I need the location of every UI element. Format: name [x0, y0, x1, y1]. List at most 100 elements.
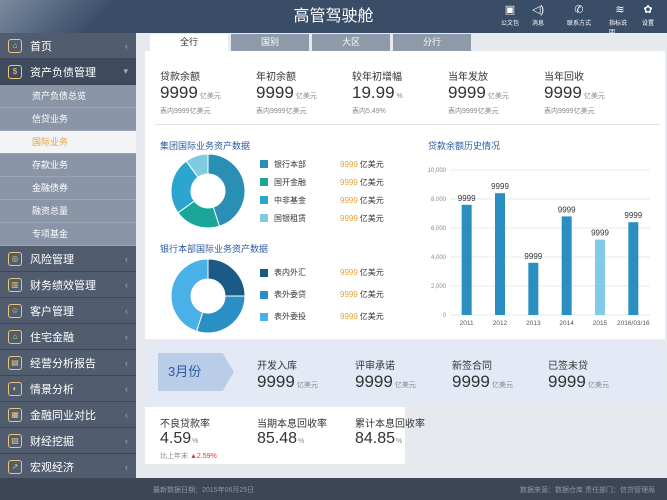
sidebar: ⌂ 首页 ‹ $ 资产负债管理 ▾ 资产负债总览 信贷业务 国际业务 存款业务 金融债券 融资总量 专项… [0, 33, 136, 500]
metric-value-row: 9999 亿美元 [257, 372, 355, 392]
metric-label: 贷款余额 [160, 72, 200, 83]
sidebar-item[interactable]: ▦ 金融同业对比 ‹ [0, 402, 136, 428]
metric-sub: 表内9999亿美元 [160, 108, 211, 115]
donut-chart-bank-assets [170, 258, 246, 334]
header-toolbar: ▣ 公文包 ◁) 消息 ✆ 联系方式 ≋ 指标说明 ✿ 设置 [499, 3, 659, 36]
x-tick-label: 2013 [526, 320, 541, 327]
legend-value: 9999 [340, 213, 358, 223]
sidebar-item[interactable]: ⌂ 住宅金融 ‹ [0, 324, 136, 350]
metric-value-row: 19.99% [352, 83, 448, 106]
sidebar-item[interactable]: ◎ 风险管理 ‹ [0, 246, 136, 272]
sidebar-subitem[interactable]: 专项基金 [0, 223, 136, 246]
tab-3[interactable]: 分行 [393, 34, 471, 51]
legend-name: 银行本部 [274, 159, 306, 169]
legend-item: 国银租赁 9999 亿美元 [260, 209, 384, 227]
donut1-legend: 银行本部 9999 亿美元 国开金融 9999 亿美元 中非基金 9999 亿美元 国银租赁 999… [260, 155, 384, 227]
sidebar-item-label: 首页 [30, 40, 52, 53]
sidebar-item[interactable]: ▥ 财务绩效管理 ‹ [0, 272, 136, 298]
chevron-left-icon: ‹ [125, 383, 128, 394]
metric-label: 较年初增幅 [352, 72, 402, 83]
metric-unit: 亿美元 [491, 382, 513, 389]
metric-value: 9999 [256, 83, 294, 102]
metric-value: 19.99 [352, 83, 395, 102]
sidebar-item-label: 客户管理 [30, 305, 74, 318]
sidebar-item-icon: ☺ [8, 303, 22, 318]
metric-value: 9999 [448, 83, 486, 102]
sidebar-item[interactable]: ◐ 情景分析 ‹ [0, 376, 136, 402]
donut1-title: 集团国际业务资产数据 [160, 141, 251, 151]
legend-value: 9999 [340, 290, 358, 299]
footer: 最新数据日期：2015年06月25日 数据来源：数据仓库 责任部门：信贷管理局 [0, 478, 667, 500]
donut-slice[interactable] [195, 295, 246, 334]
metric-card: 当年回收 9999 亿美元 表内9999亿美元 [544, 68, 640, 116]
phone-button[interactable]: ✆ 联系方式 [555, 3, 603, 36]
metric-value: 9999 [355, 372, 393, 391]
bar-data-label: 9999 [591, 229, 609, 238]
sidebar-subitem[interactable]: 存款业务 [0, 154, 136, 177]
sidebar-subitem[interactable]: 融资总量 [0, 200, 136, 223]
sidebar-item-label: 风险管理 [30, 253, 74, 266]
speaker-button[interactable]: ◁) 消息 [527, 3, 549, 36]
sidebar-item[interactable]: ☺ 客户管理 ‹ [0, 298, 136, 324]
sidebar-item-label: 财务绩效管理 [30, 279, 96, 292]
sidebar-subitem[interactable]: 国际业务 [0, 131, 136, 154]
legend-item: 表内外汇 9999 亿美元 [260, 262, 384, 284]
footer-date: 最新数据日期：2015年06月25日 [153, 487, 255, 494]
tab-1[interactable]: 国别 [231, 34, 309, 51]
bar[interactable] [528, 262, 539, 315]
metric-value-row: 9999 亿美元 [355, 372, 453, 392]
legend-unit: 亿美元 [359, 290, 384, 299]
metric-unit: 亿美元 [487, 93, 509, 100]
bar[interactable] [595, 239, 605, 315]
legend-value: 9999 [340, 195, 358, 205]
compare-label: 比上年末 [160, 453, 188, 460]
chevron-left-icon: ‹ [125, 357, 128, 368]
briefcase-button[interactable]: ▣ 公文包 [499, 3, 521, 36]
gear-button[interactable]: ✿ 设置 [637, 3, 659, 36]
bar[interactable] [495, 193, 505, 315]
bar[interactable] [628, 222, 639, 315]
quality-metric: 累计本息回收率 84.85% [355, 415, 425, 451]
sidebar-item[interactable]: ⌂ 首页 ‹ [0, 33, 136, 59]
metric-card: 贷款余额 9999 亿美元 表内9999亿美元 [160, 68, 256, 116]
legend-value: 9999 [340, 268, 358, 277]
legend-value: 9999 [340, 159, 358, 169]
tab-0[interactable]: 全行 [150, 34, 228, 51]
metric-value: 9999 [548, 372, 586, 391]
phone-icon: ✆ [574, 4, 584, 16]
layers-button[interactable]: ≋ 指标说明 [609, 3, 631, 36]
sidebar-item-icon: ⌂ [8, 329, 22, 344]
metric-compare: 比上年末 ▲2.59% [160, 451, 217, 461]
legend-swatch [260, 196, 268, 204]
legend-name: 表内外汇 [274, 268, 306, 277]
app-header: 高管驾驶舱 ▣ 公文包 ◁) 消息 ✆ 联系方式 ≋ 指标说明 ✿ 设置 [0, 0, 667, 36]
bar[interactable] [561, 216, 572, 315]
chevron-left-icon: ‹ [125, 409, 128, 420]
sidebar-subitem[interactable]: 资产负债总览 [0, 85, 136, 108]
sidebar-item-icon: ◎ [8, 251, 22, 266]
divider [155, 124, 660, 125]
metric-unit: % [192, 438, 199, 445]
sidebar-item[interactable]: ▧ 财经挖掘 ‹ [0, 428, 136, 454]
metric-unit: 亿美元 [394, 382, 416, 389]
sidebar-item[interactable]: ▤ 经营分析报告 ‹ [0, 350, 136, 376]
month-tag[interactable]: 3月份 [158, 353, 234, 391]
metric-sub: 表内9999亿美元 [256, 108, 307, 115]
metric-value: 85.48 [257, 430, 298, 447]
layers-icon: ≋ [615, 4, 625, 16]
loan-metrics: 贷款余额 9999 亿美元 表内9999亿美元 年初余额 9999 亿美元 表内9999亿美元… [160, 68, 640, 116]
metric-unit: 亿美元 [295, 93, 317, 100]
sidebar-subitem[interactable]: 信贷业务 [0, 108, 136, 131]
metric-value-row: 84.85% [355, 430, 425, 451]
sidebar-item-icon: ◐ [8, 381, 22, 396]
donut-slice[interactable] [207, 258, 246, 297]
sidebar-subitem[interactable]: 金融债券 [0, 177, 136, 200]
sidebar-item[interactable]: $ 资产负债管理 ▾ [0, 59, 136, 85]
tab-2[interactable]: 大区 [312, 34, 390, 51]
metric-unit: % [396, 93, 403, 100]
bar[interactable] [461, 204, 472, 315]
sidebar-item[interactable]: ↗ 宏观经济 ‹ [0, 454, 136, 480]
metric-value-row: 9999 亿美元 [256, 83, 352, 106]
metric-value-row: 9999 亿美元 [448, 83, 544, 106]
metric-label: 当期本息回收率 [257, 419, 327, 430]
